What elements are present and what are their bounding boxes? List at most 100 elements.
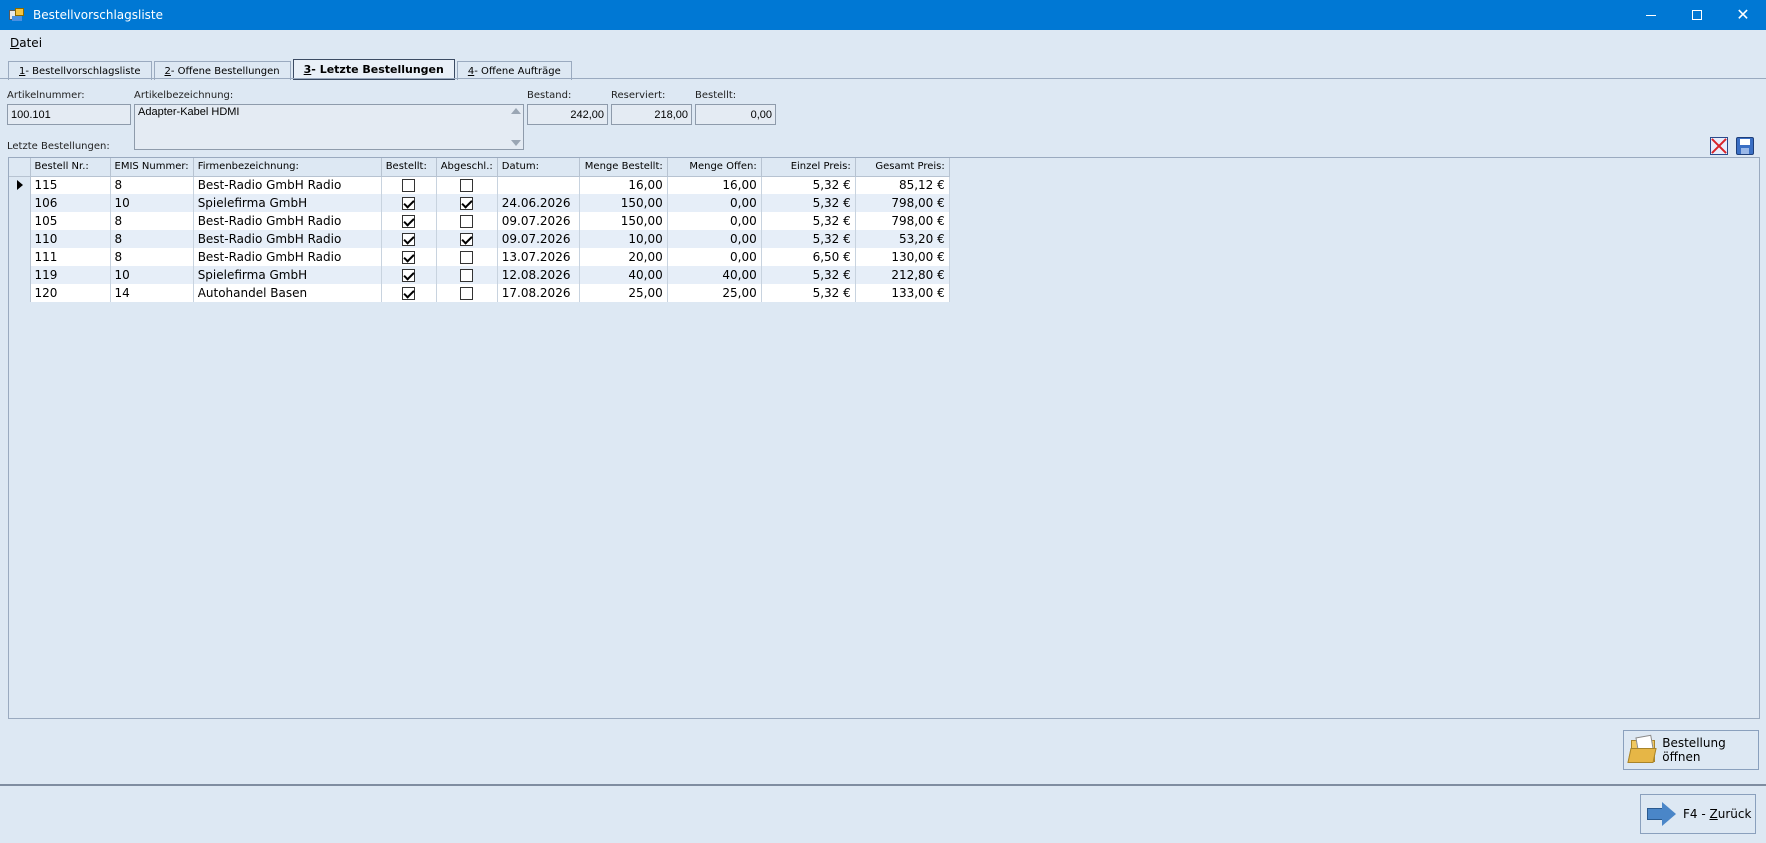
memo-scrollbar[interactable] [508, 105, 523, 149]
reserviert-label: Reserviert: [611, 90, 666, 101]
col-datum[interactable]: Datum: [497, 158, 580, 177]
checkbox[interactable] [460, 233, 474, 246]
checkbox[interactable] [402, 269, 416, 282]
maximize-button[interactable] [1674, 0, 1720, 30]
row-selector[interactable] [9, 212, 31, 230]
artikelbezeichnung-text: Adapter-Kabel HDMI [138, 106, 240, 118]
reserviert-field[interactable]: 218,00 [611, 104, 692, 125]
cell-einzel-preis: 5,32 € [761, 284, 856, 302]
checkbox[interactable] [402, 287, 416, 300]
cell-gesamt-preis: 798,00 € [855, 194, 950, 212]
cell-emis-nummer: 10 [110, 194, 194, 212]
table-header-row: Bestell Nr.: EMIS Nummer: Firmenbezeichn… [9, 158, 950, 177]
cell-menge-offen: 25,00 [667, 284, 762, 302]
cell-datum: 13.07.2026 [497, 248, 580, 266]
cell-abgeschlossen[interactable] [436, 212, 498, 230]
artikelnummer-field[interactable]: 100.101 [7, 104, 131, 125]
table-row[interactable]: 119 10 Spielefirma GmbH 12.08.2026 40,00 40,0… [9, 266, 950, 284]
cell-einzel-preis: 5,32 € [761, 266, 856, 284]
cell-bestellt[interactable] [381, 248, 437, 266]
checkbox[interactable] [402, 179, 416, 193]
cell-menge-offen: 0,00 [667, 212, 762, 230]
table-row[interactable]: 110 8 Best-Radio GmbH Radio 09.07.2026 10,00… [9, 230, 950, 248]
table-row[interactable]: 105 8 Best-Radio GmbH Radio 09.07.2026 150,0… [9, 212, 950, 230]
bestellung-oeffnen-button[interactable]: Bestellung öffnen [1623, 730, 1759, 770]
scroll-up-icon[interactable] [510, 108, 521, 114]
cell-abgeschlossen[interactable] [436, 248, 498, 266]
cell-menge-offen: 0,00 [667, 248, 762, 266]
row-selector[interactable] [9, 176, 31, 194]
col-firmenbezeichnung[interactable]: Firmenbezeichnung: [193, 158, 382, 177]
cell-abgeschlossen[interactable] [436, 230, 498, 248]
table-row[interactable]: 120 14 Autohandel Basen 17.08.2026 25,00 25,0… [9, 284, 950, 302]
close-button[interactable]: ✕ [1720, 0, 1766, 30]
checkbox[interactable] [460, 179, 474, 193]
col-emis-nummer[interactable]: EMIS Nummer: [110, 158, 194, 177]
cell-bestellt[interactable] [381, 176, 437, 194]
cell-bestellt[interactable] [381, 284, 437, 302]
col-abgeschlossen[interactable]: Abgeschl.: [436, 158, 498, 177]
col-bestellt[interactable]: Bestellt: [381, 158, 437, 177]
table-row[interactable]: 111 8 Best-Radio GmbH Radio 13.07.2026 20,00… [9, 248, 950, 266]
checkbox[interactable] [402, 251, 416, 264]
checkbox[interactable] [460, 251, 474, 264]
menu-datei[interactable]: Datei [10, 36, 42, 50]
orders-table: Bestell Nr.: EMIS Nummer: Firmenbezeichn… [9, 158, 950, 302]
folder-icon [1627, 734, 1657, 764]
row-selector[interactable] [9, 266, 31, 284]
zurueck-button[interactable]: F4 - Zurück [1640, 794, 1756, 834]
close-icon: ✕ [1736, 5, 1750, 24]
menu-datei-mnemonic: D [10, 36, 20, 50]
cell-emis-nummer: 14 [110, 284, 194, 302]
cell-abgeschlossen[interactable] [436, 194, 498, 212]
delete-icon[interactable] [1710, 137, 1728, 155]
arrow-back-icon [1647, 802, 1677, 826]
row-selector[interactable] [9, 248, 31, 266]
tab-letzte-bestellungen[interactable]: 3 - Letzte Bestellungen [292, 59, 455, 80]
checkbox[interactable] [460, 215, 474, 228]
checkbox[interactable] [460, 287, 474, 300]
orders-grid[interactable]: Bestell Nr.: EMIS Nummer: Firmenbezeichn… [8, 157, 1760, 719]
save-icon[interactable] [1736, 137, 1754, 155]
cell-bestellt[interactable] [381, 194, 437, 212]
col-bestell-nr[interactable]: Bestell Nr.: [30, 158, 111, 177]
cell-firmenbezeichnung: Spielefirma GmbH [193, 266, 382, 284]
cell-bestell-nr: 106 [30, 194, 111, 212]
checkbox[interactable] [402, 233, 416, 246]
checkbox[interactable] [460, 269, 474, 282]
row-selector[interactable] [9, 284, 31, 302]
bestellt-label: Bestellt: [695, 90, 737, 101]
cell-bestellt[interactable] [381, 266, 437, 284]
scroll-down-icon[interactable] [510, 140, 521, 146]
bestellt-field[interactable]: 0,00 [695, 104, 776, 125]
cell-einzel-preis: 5,32 € [761, 212, 856, 230]
table-row[interactable]: 106 10 Spielefirma GmbH 24.06.2026 150,00 0,0… [9, 194, 950, 212]
cell-emis-nummer: 10 [110, 266, 194, 284]
row-selector[interactable] [9, 230, 31, 248]
col-einzel-preis[interactable]: Einzel Preis: [761, 158, 856, 177]
col-gesamt-preis[interactable]: Gesamt Preis: [855, 158, 950, 177]
bestand-field[interactable]: 242,00 [527, 104, 608, 125]
cell-bestell-nr: 119 [30, 266, 111, 284]
table-row[interactable]: 115 8 Best-Radio GmbH Radio 16,00 16,00 5,32 … [9, 176, 950, 194]
cell-bestellt[interactable] [381, 230, 437, 248]
row-selector[interactable] [9, 194, 31, 212]
cell-abgeschlossen[interactable] [436, 176, 498, 194]
cell-bestellt[interactable] [381, 212, 437, 230]
cell-datum: 24.06.2026 [497, 194, 580, 212]
checkbox[interactable] [402, 215, 416, 228]
minimize-icon [1646, 14, 1656, 16]
checkbox[interactable] [460, 197, 474, 210]
col-menge-bestellt[interactable]: Menge Bestellt: [579, 158, 668, 177]
artikelbezeichnung-label: Artikelbezeichnung: [134, 90, 234, 101]
artikelbezeichnung-field[interactable]: Adapter-Kabel HDMI [134, 104, 524, 150]
col-menge-offen[interactable]: Menge Offen: [667, 158, 762, 177]
cell-firmenbezeichnung: Best-Radio GmbH Radio [193, 212, 382, 230]
cell-abgeschlossen[interactable] [436, 284, 498, 302]
tab-label: - Offene Bestellungen [170, 65, 280, 77]
cell-gesamt-preis: 798,00 € [855, 212, 950, 230]
checkbox[interactable] [402, 197, 416, 210]
minimize-button[interactable] [1628, 0, 1674, 30]
cell-bestell-nr: 111 [30, 248, 111, 266]
cell-abgeschlossen[interactable] [436, 266, 498, 284]
